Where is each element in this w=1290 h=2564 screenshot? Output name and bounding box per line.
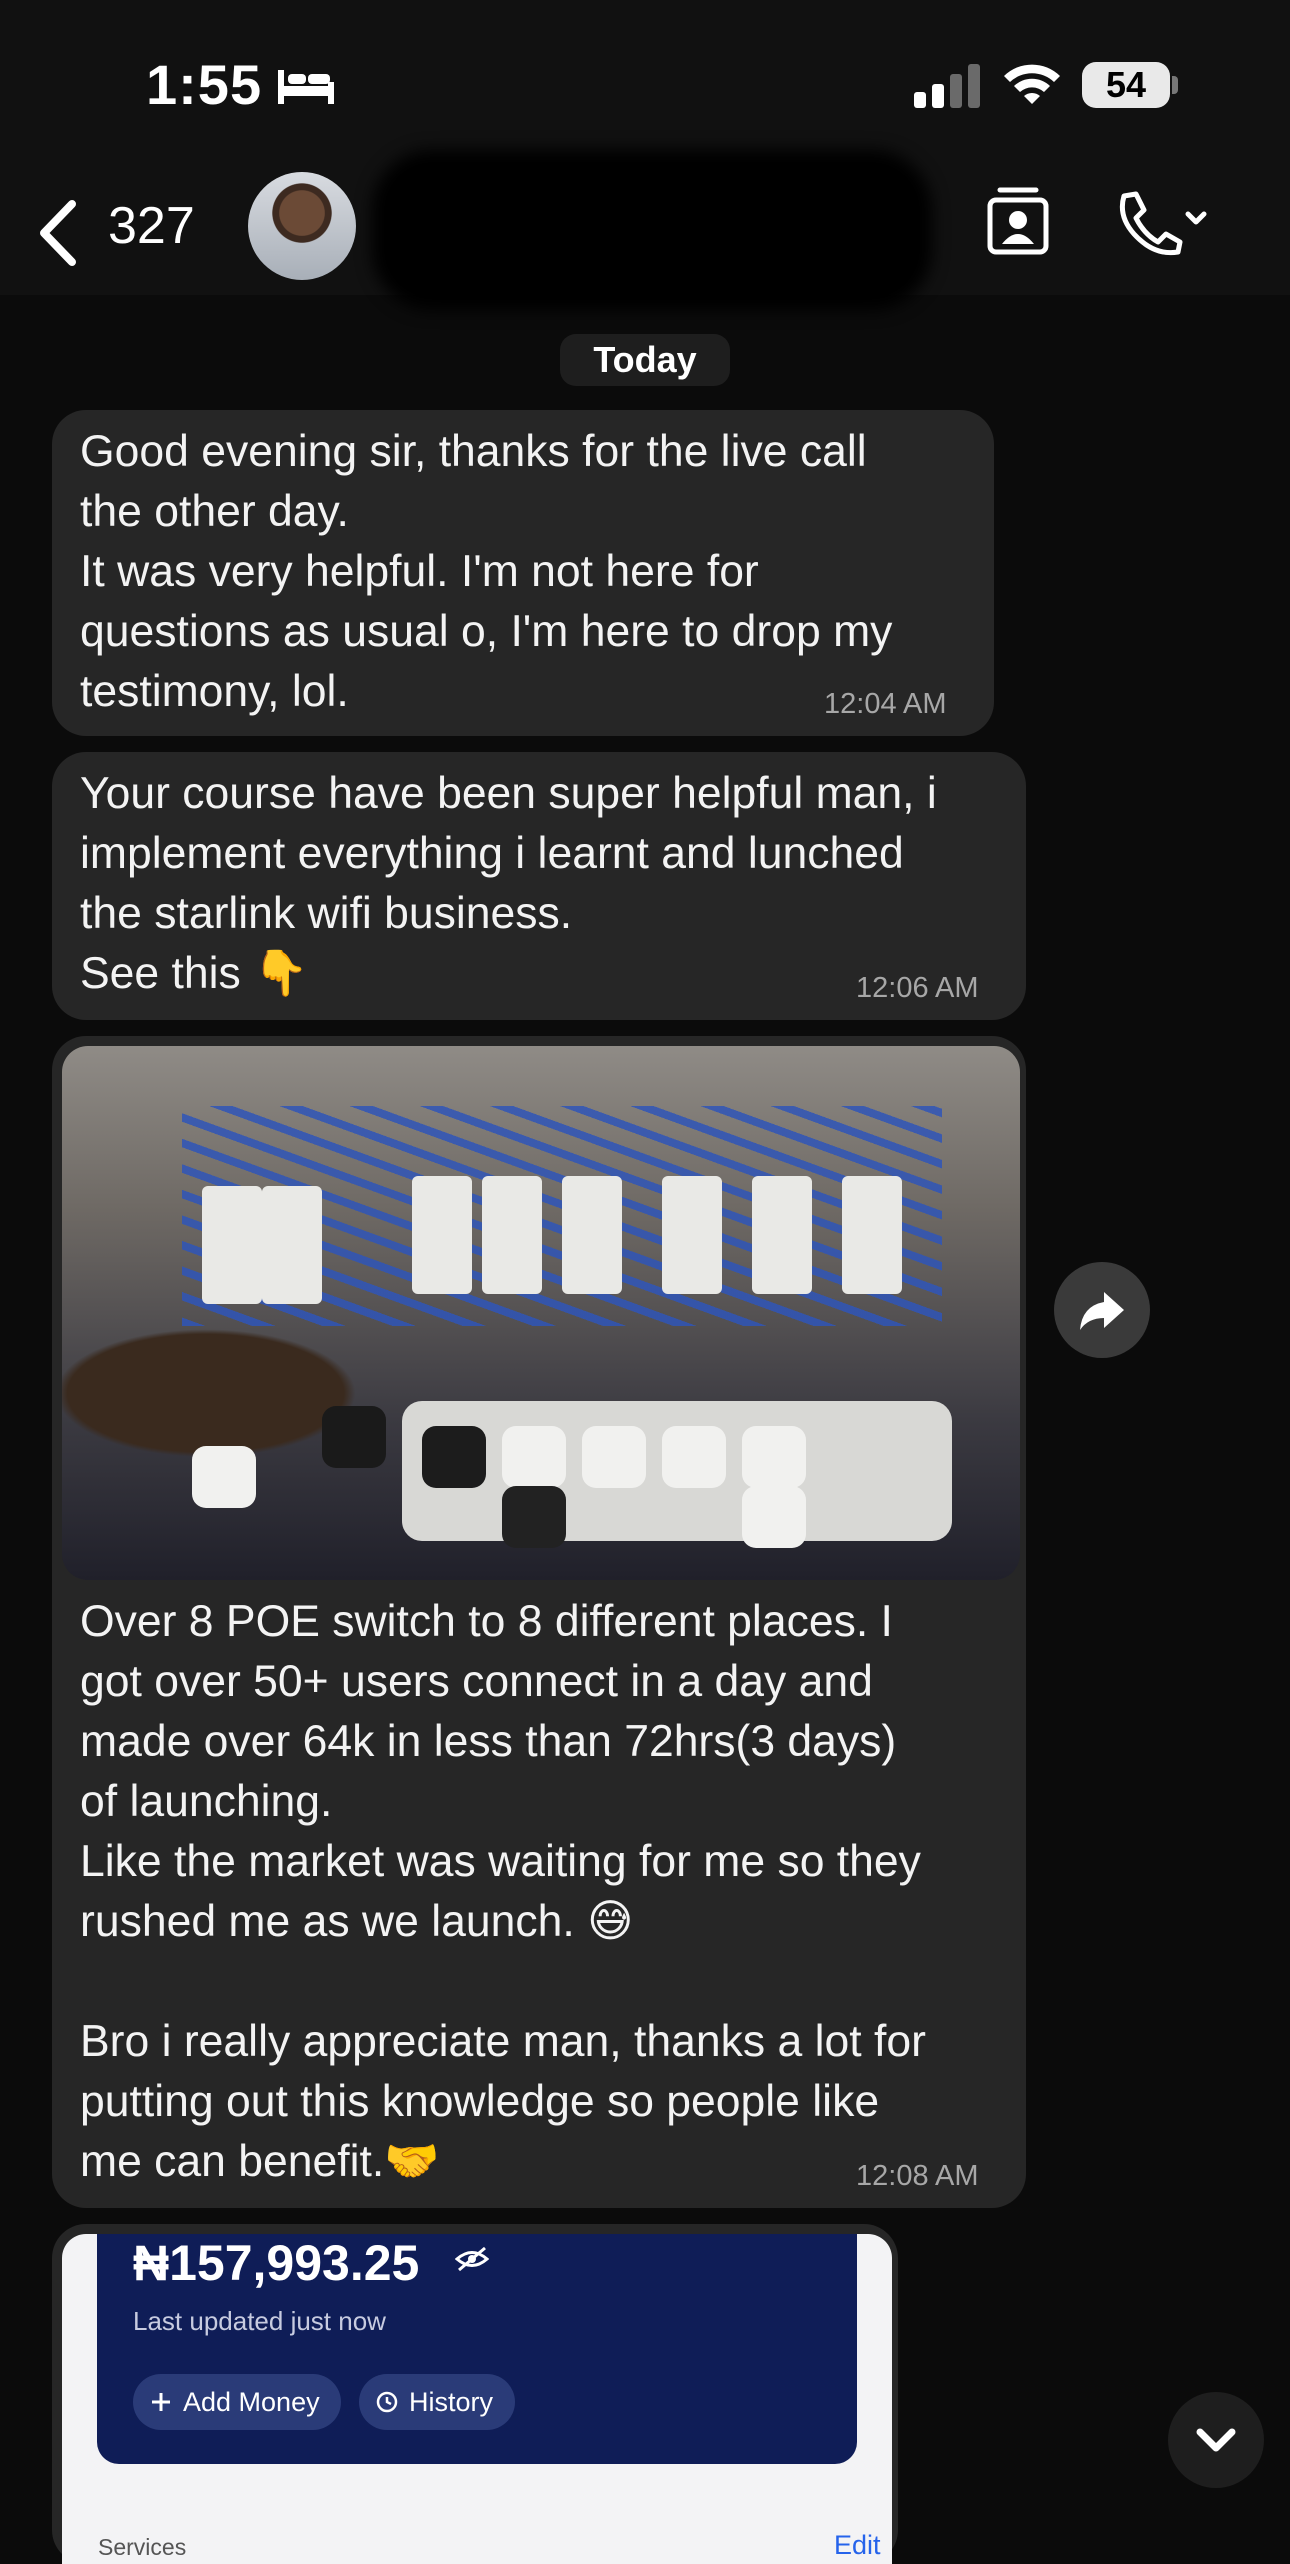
services-heading: Services [98, 2534, 187, 2560]
call-phone-icon[interactable] [1114, 190, 1208, 256]
forward-button[interactable] [1054, 1262, 1150, 1358]
contact-card-icon[interactable] [986, 186, 1050, 256]
plus-icon [152, 2393, 170, 2411]
hide-balance-eye-icon [455, 2246, 489, 2272]
message-time: 12:06 AM [856, 972, 979, 1004]
wifi-icon [1004, 64, 1060, 104]
battery-percent: 54 [1105, 64, 1147, 105]
balance-card: ₦157,993.25 Last updated just now Add Mo… [97, 2234, 857, 2464]
message-text: Over 8 POE switch to 8 different places.… [80, 1597, 926, 2186]
message-text: Your course have been super helpful man,… [80, 769, 937, 998]
bed-icon [278, 70, 334, 104]
chevron-down-icon [1196, 2428, 1236, 2452]
account-balance: ₦157,993.25 [133, 2235, 420, 2291]
message-bubble[interactable]: Good evening sir, thanks for the live ca… [52, 410, 994, 736]
share-arrow-icon [1080, 1292, 1124, 1330]
last-updated-label: Last updated just now [133, 2306, 386, 2336]
message-time: 12:04 AM [824, 688, 947, 720]
battery-indicator: 54 [1082, 62, 1178, 108]
contact-avatar[interactable] [248, 172, 356, 280]
history-label: History [409, 2387, 494, 2417]
image-message-bubble[interactable]: Over 8 POE switch to 8 different places.… [52, 1036, 1026, 2208]
message-bubble[interactable]: Your course have been super helpful man,… [52, 752, 1026, 1020]
network-equipment-photo[interactable] [62, 1046, 1020, 1580]
redacted-contact-name [372, 150, 932, 310]
message-text: Good evening sir, thanks for the live ca… [80, 427, 893, 716]
history-button: History [359, 2374, 515, 2430]
status-time: 1:55 [146, 53, 263, 116]
scroll-to-bottom-button[interactable] [1168, 2392, 1264, 2488]
add-money-label: Add Money [183, 2387, 320, 2417]
bank-app-screenshot[interactable]: ₦157,993.25 Last updated just now Add Mo… [62, 2234, 892, 2564]
clock-icon [376, 2391, 398, 2413]
add-money-button: Add Money [133, 2374, 341, 2430]
message-time: 12:08 AM [856, 2160, 979, 2192]
date-separator: Today [560, 334, 730, 386]
back-chevron-icon[interactable] [36, 200, 80, 266]
back-unread-count[interactable]: 327 [108, 196, 195, 256]
edit-link: Edit [834, 2530, 881, 2560]
image-message-bubble[interactable]: ₦157,993.25 Last updated just now Add Mo… [52, 2224, 898, 2564]
signal-icon [914, 64, 980, 108]
